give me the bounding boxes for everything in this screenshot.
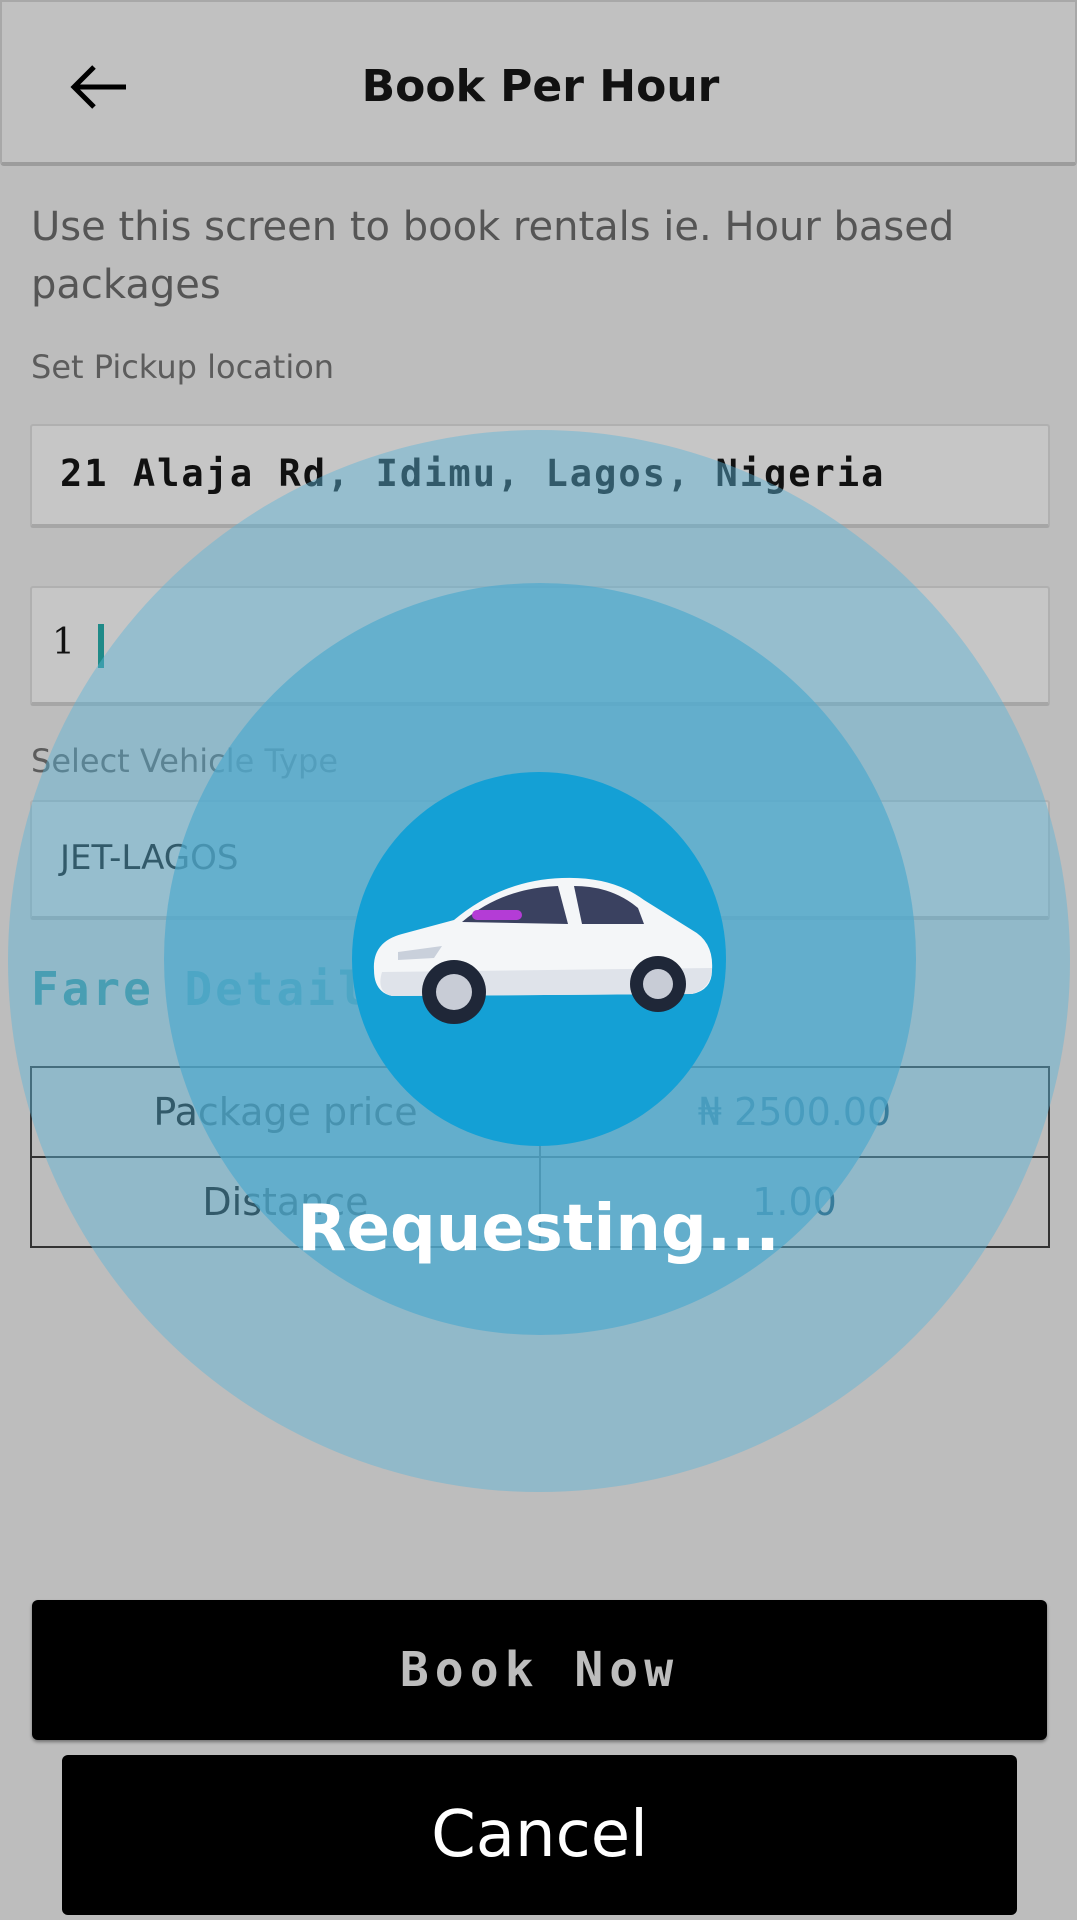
vehicle-type-value: JET-LAGOS: [60, 838, 239, 878]
distance-label: Distance: [30, 1156, 541, 1248]
app-header: Book Per Hour: [0, 0, 1077, 166]
cancel-button[interactable]: Cancel: [62, 1755, 1017, 1915]
hours-input-value: 1: [52, 622, 75, 663]
text-cursor: [98, 624, 104, 668]
fare-table: Package price ₦ 2500.00 Distance 1.00: [30, 1066, 1050, 1248]
vehicle-type-label: Select Vehicle Type: [31, 742, 338, 780]
vehicle-type-select[interactable]: JET-LAGOS: [30, 800, 1050, 920]
screen-description: Use this screen to book rentals ie. Hour…: [31, 204, 955, 308]
distance-value: 1.00: [539, 1156, 1050, 1248]
pickup-location-value: 21 Alaja Rd, Idimu, Lagos, Nigeria: [60, 452, 886, 495]
table-row: Package price ₦ 2500.00: [30, 1066, 1050, 1158]
table-row: Distance 1.00: [30, 1156, 1050, 1248]
page-title: Book Per Hour: [361, 61, 720, 112]
book-now-button[interactable]: Book Now: [32, 1600, 1047, 1740]
package-price-value: ₦ 2500.00: [539, 1066, 1050, 1158]
pickup-label: Set Pickup location: [31, 348, 335, 386]
hours-input[interactable]: 1: [30, 586, 1050, 706]
pickup-location-field[interactable]: 21 Alaja Rd, Idimu, Lagos, Nigeria: [30, 424, 1050, 528]
package-price-label: Package price: [30, 1066, 541, 1158]
fare-details-heading: Fare Details: [31, 962, 400, 1016]
